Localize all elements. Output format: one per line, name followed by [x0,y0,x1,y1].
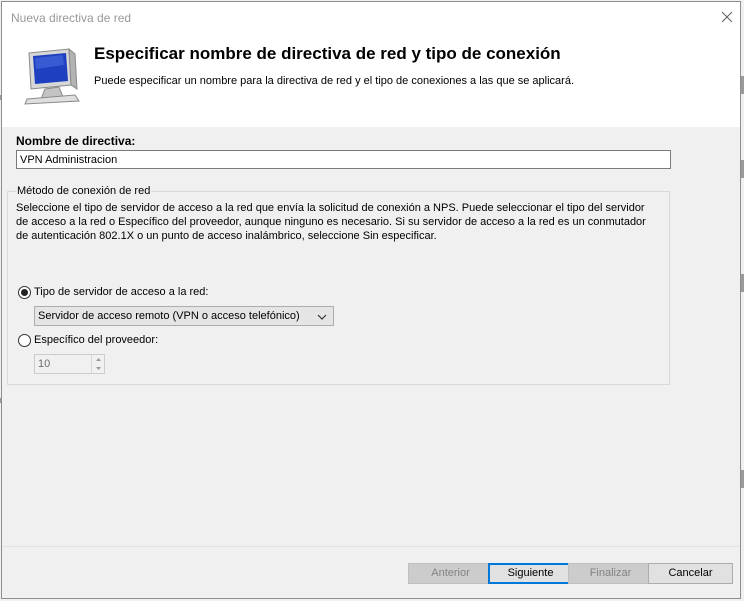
page-description: Puede especificar un nombre para la dire… [94,75,575,87]
server-type-label[interactable]: Tipo de servidor de acceso a la red: [34,286,208,298]
title-bar: Nueva directiva de red [2,2,740,32]
back-button[interactable]: Anterior [408,563,493,584]
radio-selected-dot [21,289,28,296]
stepper-down-icon[interactable] [92,364,105,373]
vendor-id-value: 10 [38,358,51,370]
connection-method-description: Seleccione el tipo de servidor de acceso… [16,202,646,242]
wizard-header: Especificar nombre de directiva de red y… [2,32,740,127]
finish-button[interactable]: Finalizar [568,563,653,584]
close-icon[interactable] [715,5,739,29]
next-button[interactable]: Siguiente [488,563,573,584]
policy-name-label: Nombre de directiva: [16,134,136,148]
monitor-icon [19,45,81,105]
chevron-down-icon [317,312,327,320]
page-title: Especificar nombre de directiva de red y… [94,44,561,63]
stepper-up-icon[interactable] [92,355,105,364]
connection-method-legend: Método de conexión de red [16,185,152,197]
vendor-specific-label[interactable]: Específico del proveedor: [34,334,158,346]
vendor-id-stepper[interactable]: 10 [34,354,105,374]
cancel-button[interactable]: Cancelar [648,563,733,584]
divider [2,546,740,547]
policy-name-input[interactable] [16,150,671,169]
server-type-dropdown-value: Servidor de acceso remoto (VPN o acceso … [38,310,300,322]
vendor-specific-radio[interactable] [18,334,31,347]
server-type-radio[interactable] [18,286,31,299]
stepper-buttons [91,355,105,373]
window-title: Nueva directiva de red [11,11,132,25]
server-type-dropdown[interactable]: Servidor de acceso remoto (VPN o acceso … [34,306,334,326]
